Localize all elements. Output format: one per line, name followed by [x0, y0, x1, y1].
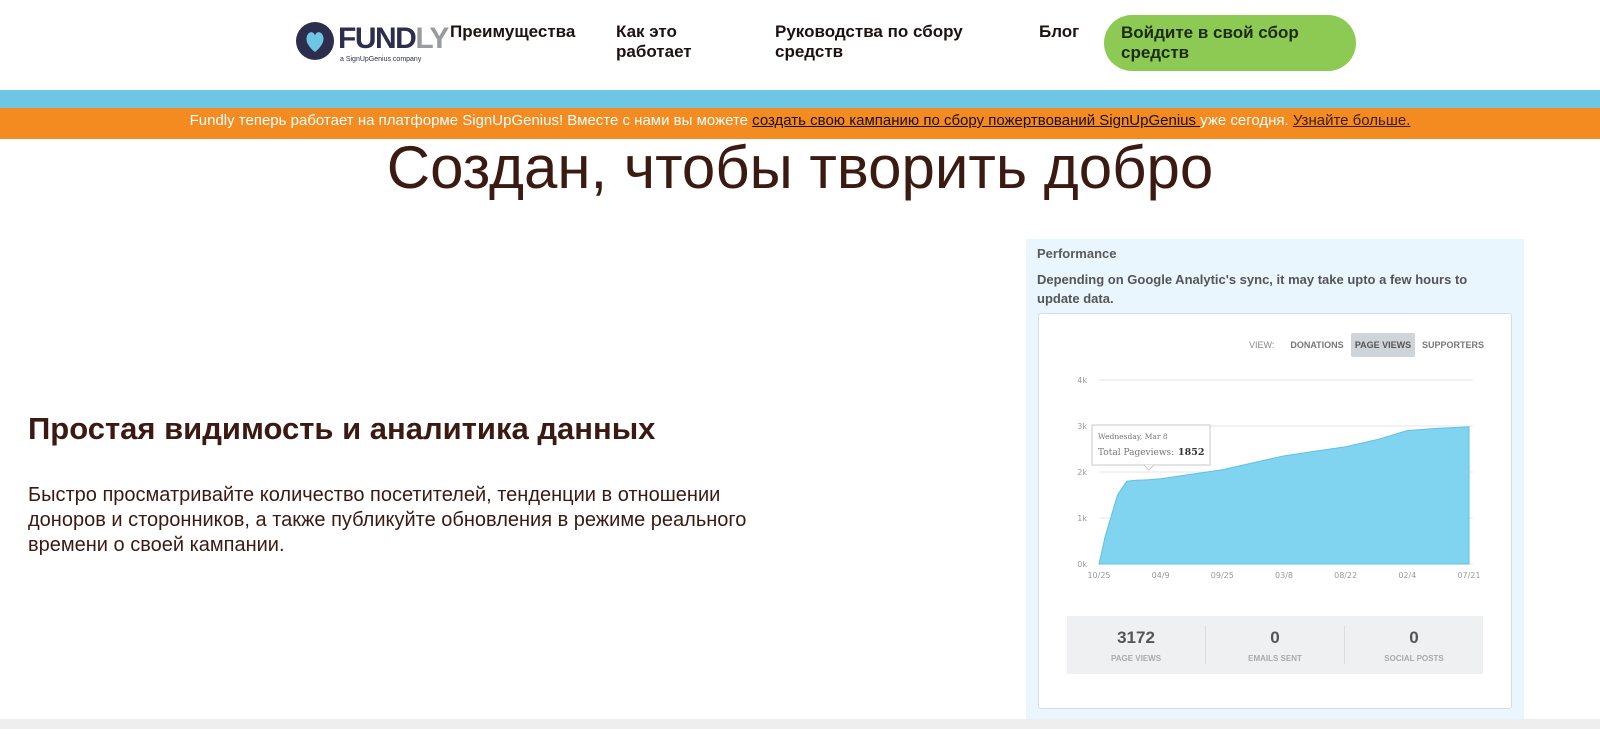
stat-label: EMAILS SENT [1248, 654, 1302, 663]
sync-note: Depending on Google Analytic's sync, it … [1037, 272, 1468, 306]
x-tick-label: 10/25 [1087, 571, 1110, 580]
fundly-logo[interactable]: FUNDLY a SignUpGenius company [296, 18, 449, 68]
stats-summary: 3172 PAGE VIEWS 0 EMAILS SENT 0 SOCIAL P… [1067, 616, 1483, 674]
logo-subtitle: a SignUpGenius company [340, 56, 422, 63]
stat-value: 0 [1409, 628, 1419, 647]
stat-value: 0 [1270, 628, 1280, 647]
nav-advantages[interactable]: Преимущества [450, 22, 600, 42]
stat-emails-sent: 0 EMAILS SENT [1206, 616, 1344, 674]
tab-donations[interactable]: DONATIONS [1287, 333, 1347, 357]
performance-heading: Performance [1037, 246, 1117, 261]
x-tick-label: 03/8 [1275, 571, 1293, 580]
tab-page-views[interactable]: PAGE VIEWS [1351, 333, 1415, 357]
feature-heading: Простая видимость и аналитика данных [28, 411, 656, 446]
x-tick-label: 07/21 [1457, 571, 1480, 580]
accent-stripe [0, 90, 1600, 108]
view-label: VIEW: [1249, 340, 1275, 350]
login-fundraiser-label: Войдите в свой сбор средств [1121, 23, 1299, 62]
logo-wordmark: FUNDLY [338, 22, 449, 55]
nav-fundraising-guides[interactable]: Руководства по сбору средств [775, 22, 985, 62]
x-tick-label: 09/25 [1211, 571, 1234, 580]
site-header: FUNDLY a SignUpGenius company Преимущест… [0, 0, 1600, 90]
learn-more-link[interactable]: Узнайте больше. [1293, 112, 1411, 129]
y-tick-label: 2k [1077, 468, 1087, 477]
tooltip-value: 1852 [1178, 447, 1204, 458]
y-tick-label: 0k [1077, 560, 1087, 569]
login-fundraiser-button[interactable]: Войдите в свой сбор средств [1104, 15, 1356, 71]
analytics-card: VIEW: DONATIONS PAGE VIEWS SUPPORTERS 0k… [1038, 313, 1512, 709]
stat-social-posts: 0 SOCIAL POSTS [1345, 616, 1483, 674]
nav-blog[interactable]: Блог [1039, 22, 1099, 42]
tab-supporters[interactable]: SUPPORTERS [1419, 333, 1487, 357]
stat-label: SOCIAL POSTS [1384, 654, 1444, 663]
stat-page-views: 3172 PAGE VIEWS [1067, 616, 1205, 674]
tooltip-date: Wednesday, Mar 8 [1098, 432, 1168, 441]
x-tick-label: 08/22 [1334, 571, 1357, 580]
chart-tooltip: Wednesday, Mar 8 Total Pageviews: 1852 [1091, 424, 1211, 471]
x-tick-label: 02/4 [1398, 571, 1416, 580]
pageviews-chart: 0k 1k 2k 3k 4k 10/25 04/9 09/25 03/8 08/22 02/4 07… [1077, 376, 1480, 580]
y-tick-label: 3k [1077, 422, 1087, 431]
nav-how-it-works[interactable]: Как это работает [616, 22, 736, 62]
y-tick-label: 4k [1077, 376, 1087, 385]
tooltip-label: Total Pageviews: [1098, 448, 1174, 458]
fundly-heart-icon [296, 22, 334, 60]
stat-label: PAGE VIEWS [1110, 654, 1162, 663]
page-bottom-strip [0, 719, 1600, 729]
y-tick-label: 1k [1077, 514, 1087, 523]
announcement-text: Fundly теперь работает на платформе Sign… [189, 112, 1411, 129]
page-title: Создан, чтобы творить добро [386, 134, 1214, 201]
dashboard-screenshot: Performance Depending on Google Analytic… [1026, 239, 1524, 719]
create-campaign-link[interactable]: создать свою кампанию по сбору пожертвов… [752, 112, 1200, 129]
feature-description: Быстро просматривайте количество посетит… [28, 484, 747, 556]
x-tick-label: 04/9 [1152, 571, 1170, 580]
stat-value: 3172 [1117, 628, 1155, 647]
